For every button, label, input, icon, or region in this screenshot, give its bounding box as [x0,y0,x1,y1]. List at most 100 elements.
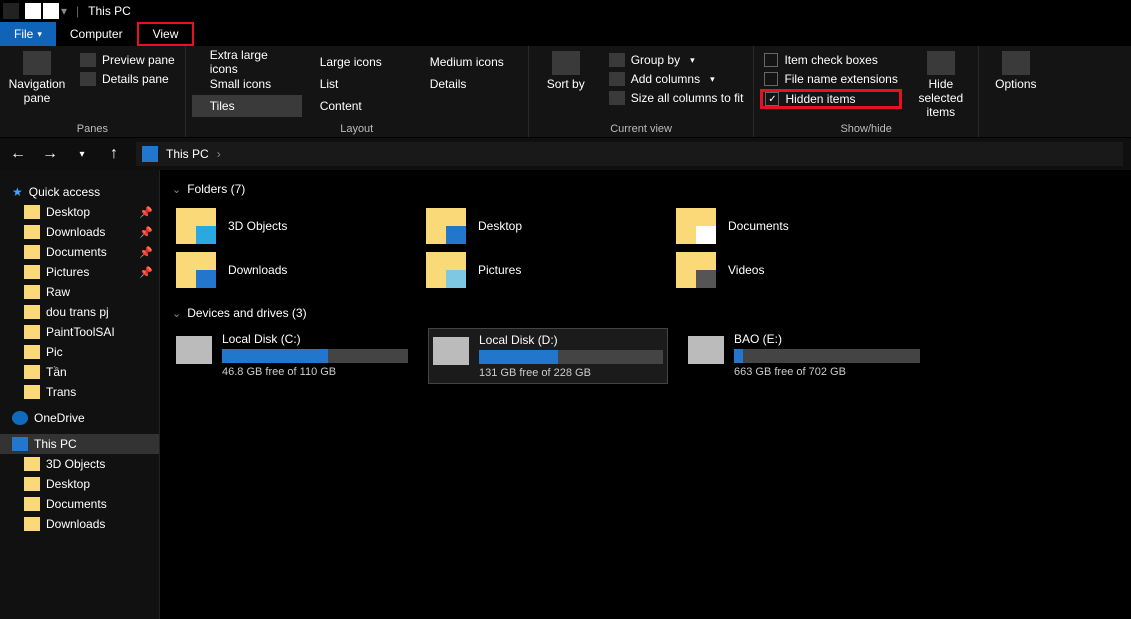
folder-icon [176,208,216,244]
folder-icon [426,252,466,288]
sidebar-this-pc[interactable]: This PC [0,434,159,454]
layout-sm[interactable]: Small icons [192,73,302,95]
details-pane-button[interactable]: Details pane [76,70,179,88]
folder-icon [24,325,40,339]
folder-icon [24,385,40,399]
qat-dropdown-icon[interactable]: ▾ [61,4,67,18]
sidebar-pinned-item[interactable]: Documents📌 [0,242,159,262]
sidebar-pc-item[interactable]: 3D Objects [0,454,159,474]
layout-list[interactable]: List [302,73,412,95]
navigation-pane-button[interactable]: Navigation pane [6,48,68,105]
address-bar-row: ← → ▾ ↑ This PC › [0,138,1131,170]
layout-md[interactable]: Medium icons [412,51,522,73]
history-dropdown-icon[interactable]: ▾ [72,149,92,160]
folder-item[interactable]: Pictures [422,248,642,292]
folder-icon [24,285,40,299]
folder-item[interactable]: Documents [672,204,892,248]
tab-computer[interactable]: Computer [56,22,137,46]
drive-item[interactable]: Local Disk (C:)46.8 GB free of 110 GB [172,328,412,384]
group-panes: Navigation pane Preview pane Details pan… [0,46,186,137]
folder-icon [24,245,40,259]
sort-icon [552,51,580,75]
chevron-down-icon: ⌄ [172,307,181,320]
ribbon: Navigation pane Preview pane Details pan… [0,46,1131,138]
folder-icon [676,252,716,288]
drive-icon [688,336,724,364]
sidebar-quick-access[interactable]: ★Quick access [0,182,159,202]
group-current-label: Current view [535,121,748,137]
content-pane: ⌄Folders (7) 3D Objects Desktop Documents D… [160,170,1131,619]
folder-icon [24,345,40,359]
drive-item[interactable]: Local Disk (D:)131 GB free of 228 GB [428,328,668,384]
sidebar-onedrive[interactable]: OneDrive [0,408,159,428]
sidebar-pinned-item[interactable]: Pic [0,342,159,362]
group-panes-label: Panes [6,121,179,137]
folder-item[interactable]: Desktop [422,204,642,248]
group-options: Options [979,46,1053,137]
folder-icon [24,477,40,491]
sidebar-pinned-item[interactable]: dou trans pj [0,302,159,322]
window-title: This PC [88,4,131,18]
storage-bar [479,350,663,364]
sidebar-pinned-item[interactable]: PaintToolSAI [0,322,159,342]
ribbon-tabs: File▾ Computer View [0,22,1131,46]
back-button[interactable]: ← [8,145,28,163]
breadcrumb-root[interactable]: This PC [166,147,209,161]
folder-icon [24,225,40,239]
folder-icon [24,457,40,471]
drive-icon [176,336,212,364]
group-layout: Extra large icons Large icons Medium ico… [186,46,529,137]
drive-icon [433,337,469,365]
navigation-tree: ★Quick access Desktop📌Downloads📌Document… [0,170,160,619]
folder-icon [676,208,716,244]
folder-item[interactable]: Videos [672,248,892,292]
pin-icon: 📌 [139,246,153,259]
sidebar-pinned-item[interactable]: Desktop📌 [0,202,159,222]
sidebar-pinned-item[interactable]: Raw [0,282,159,302]
sort-by-button[interactable]: Sort by [535,48,597,91]
layout-xl[interactable]: Extra large icons [192,51,302,73]
up-button[interactable]: ↑ [104,145,124,163]
folder-icon [24,265,40,279]
quick-access-toolbar: ▾ [25,3,67,19]
layout-lg[interactable]: Large icons [302,51,412,73]
sidebar-pc-item[interactable]: Downloads [0,514,159,534]
folder-item[interactable]: 3D Objects [172,204,392,248]
group-by-button[interactable]: Group by▾ [605,51,748,69]
sidebar-pinned-item[interactable]: Tần [0,362,159,382]
hide-selected-button[interactable]: Hide selected items [910,48,972,119]
pin-icon: 📌 [139,226,153,239]
item-check-boxes[interactable]: Item check boxes [760,51,901,69]
sidebar-pinned-item[interactable]: Pictures📌 [0,262,159,282]
options-button[interactable]: Options [985,48,1047,91]
layout-details[interactable]: Details [412,73,522,95]
tab-file[interactable]: File▾ [0,22,56,46]
folder-icon [24,305,40,319]
sidebar-pinned-item[interactable]: Trans [0,382,159,402]
qat-icon-1[interactable] [25,3,41,19]
qat-icon-2[interactable] [43,3,59,19]
sidebar-pc-item[interactable]: Documents [0,494,159,514]
sidebar-pinned-item[interactable]: Downloads📌 [0,222,159,242]
layout-content[interactable]: Content [302,95,412,117]
drives-header[interactable]: ⌄Devices and drives (3) [172,302,1119,328]
group-show-hide: Item check boxes File name extensions Hi… [754,46,978,137]
folder-icon [24,517,40,531]
hidden-items[interactable]: Hidden items [760,89,901,109]
forward-button[interactable]: → [40,145,60,163]
file-name-extensions[interactable]: File name extensions [760,70,901,88]
folder-icon [24,497,40,511]
size-columns-button[interactable]: Size all columns to fit [605,89,748,107]
folders-header[interactable]: ⌄Folders (7) [172,178,1119,204]
drive-item[interactable]: BAO (E:)663 GB free of 702 GB [684,328,924,384]
layout-tiles[interactable]: Tiles [192,95,302,117]
tab-view[interactable]: View [137,22,195,46]
add-columns-button[interactable]: Add columns▾ [605,70,748,88]
app-icon [3,3,19,19]
sidebar-pc-item[interactable]: Desktop [0,474,159,494]
breadcrumb-chevron-icon[interactable]: › [217,147,221,161]
folder-icon [24,365,40,379]
folder-item[interactable]: Downloads [172,248,392,292]
preview-pane-button[interactable]: Preview pane [76,51,179,69]
address-bar[interactable]: This PC › [136,142,1123,166]
